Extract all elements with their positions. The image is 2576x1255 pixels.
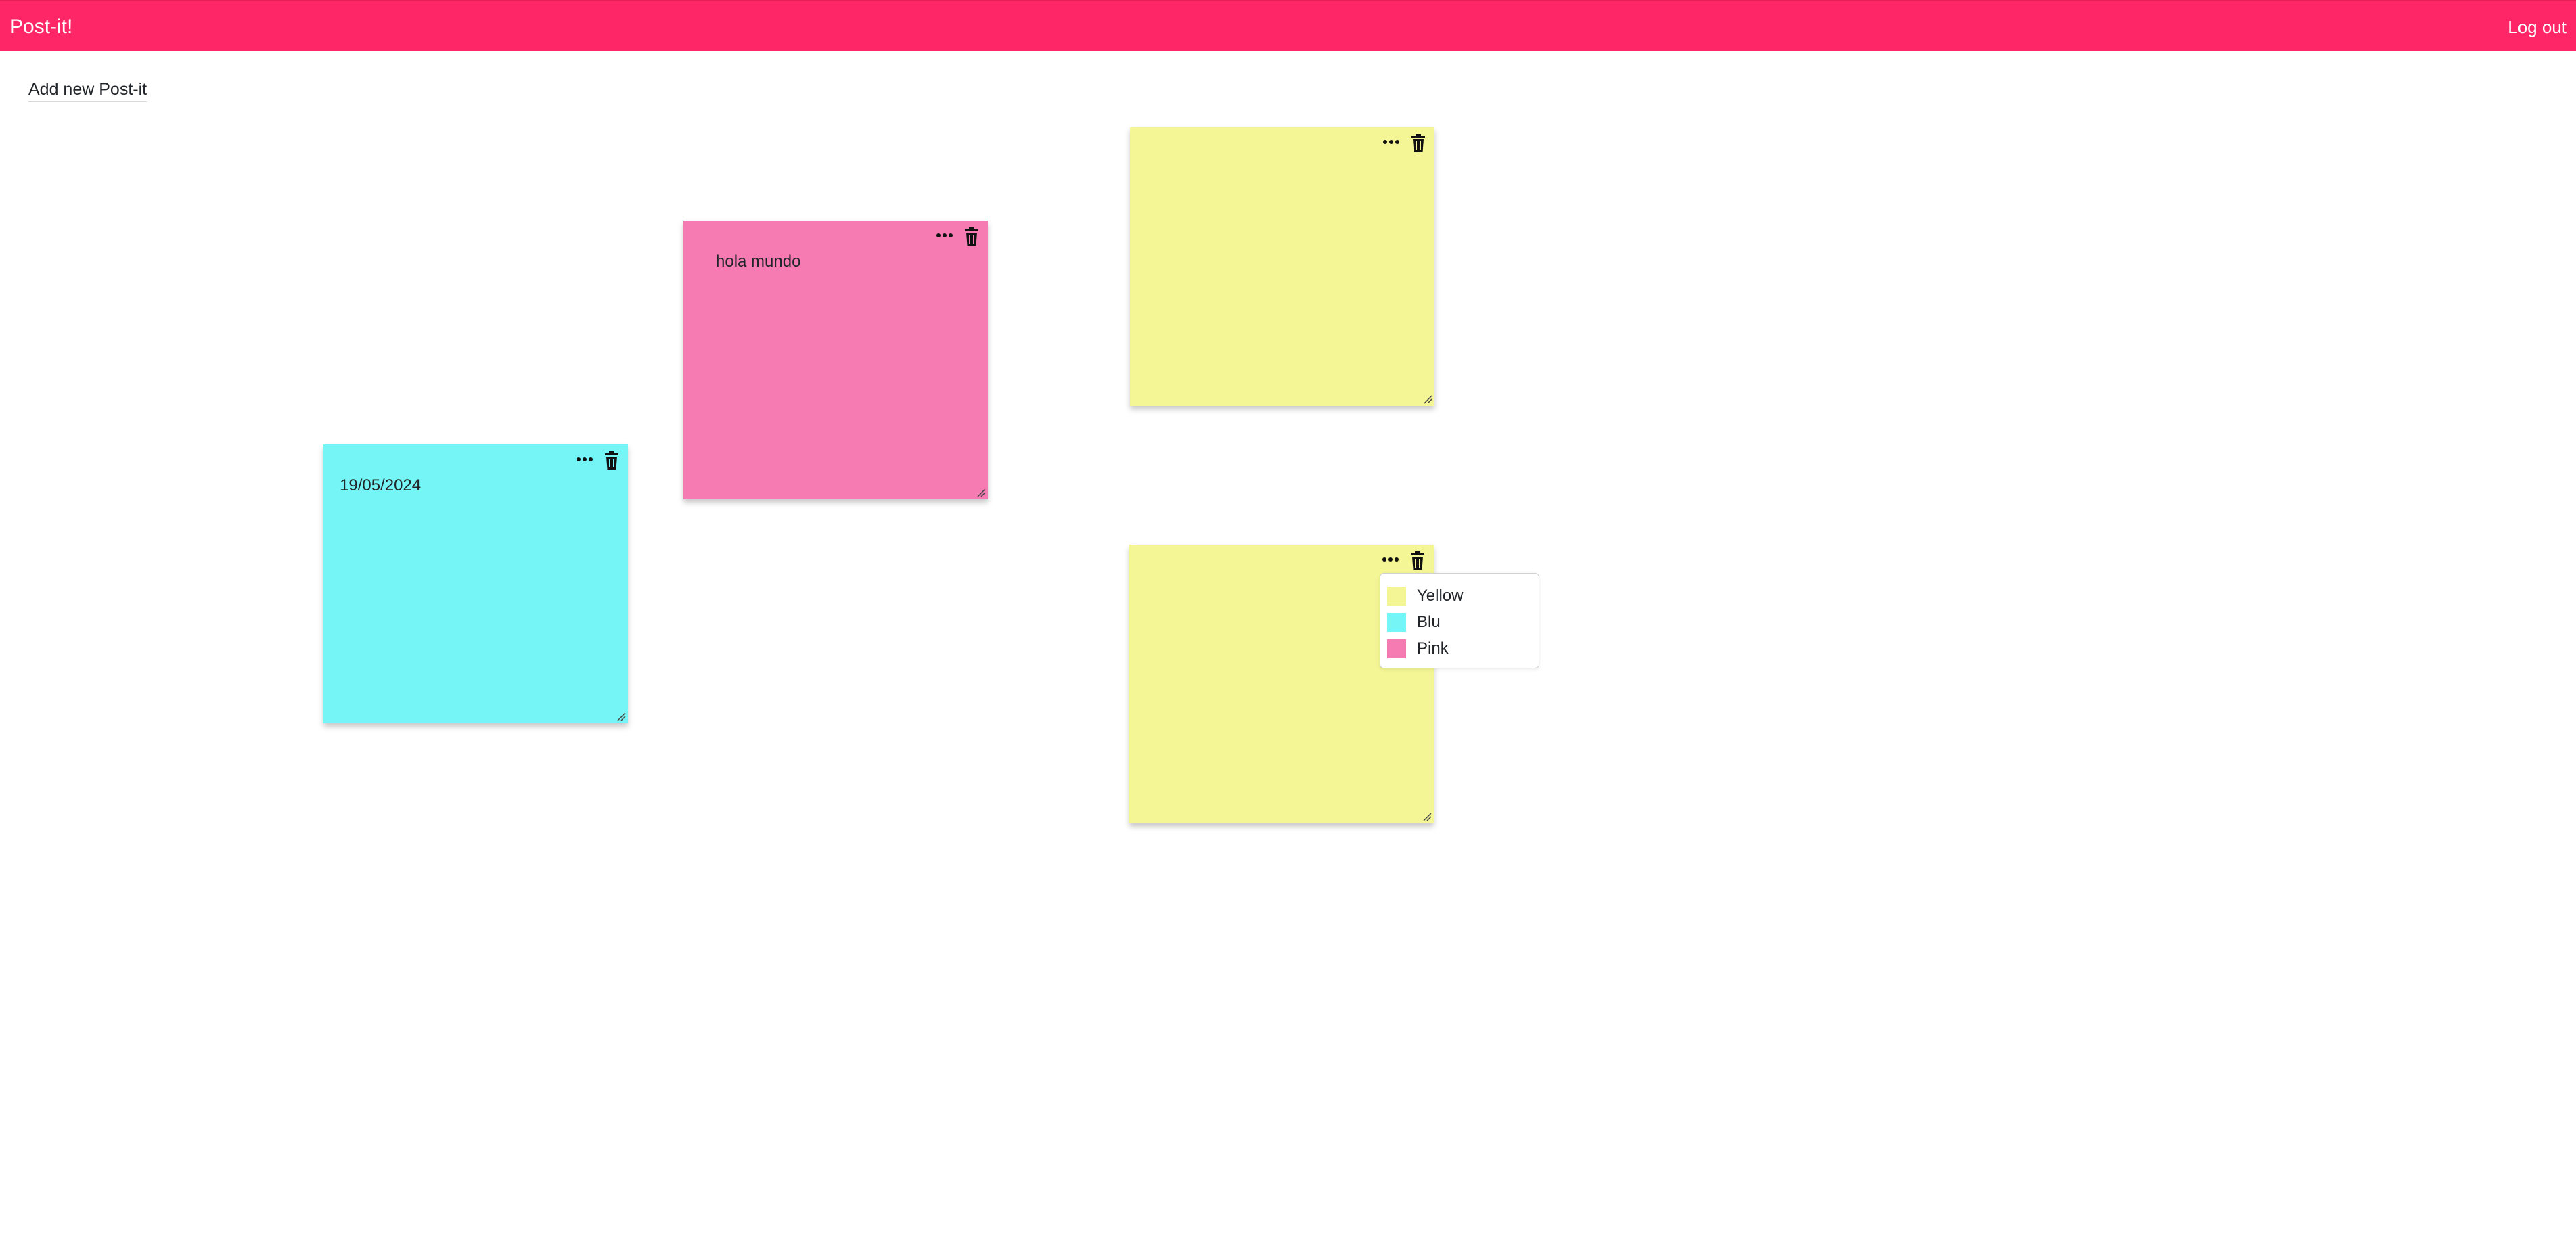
more-options-icon[interactable] — [1381, 551, 1400, 568]
add-postit-button[interactable]: Add new Post-it — [28, 78, 148, 102]
resize-handle-icon[interactable] — [616, 712, 626, 721]
color-option-yellow[interactable]: Yellow — [1387, 585, 1532, 609]
resize-handle-icon[interactable] — [976, 488, 986, 497]
resize-handle-icon[interactable] — [1423, 394, 1432, 404]
color-swatch — [1387, 587, 1406, 606]
color-option-label: Blu — [1417, 613, 1441, 631]
resize-handle-icon[interactable] — [1422, 812, 1432, 821]
trash-icon[interactable] — [1409, 551, 1426, 570]
more-options-icon[interactable] — [1382, 134, 1401, 150]
color-option-label: Yellow — [1417, 587, 1464, 605]
postit-note-yellow[interactable] — [1130, 127, 1434, 406]
trash-icon[interactable] — [1410, 134, 1426, 153]
color-menu: Yellow Blu Pink — [1380, 573, 1539, 668]
color-option-pink[interactable]: Pink — [1387, 637, 1532, 662]
note-text[interactable]: 19/05/2024 — [340, 476, 421, 496]
brand-title[interactable]: Post-it! — [9, 15, 72, 39]
navbar: Post-it! Log out — [0, 0, 2576, 51]
note-text[interactable]: hola mundo — [716, 252, 800, 272]
postit-note-pink[interactable]: hola mundo — [683, 221, 988, 499]
trash-icon[interactable] — [964, 227, 980, 246]
color-swatch — [1387, 613, 1406, 632]
more-options-icon[interactable] — [575, 451, 594, 467]
color-swatch — [1387, 639, 1406, 658]
trash-icon[interactable] — [604, 451, 620, 470]
logout-button[interactable]: Log out — [2508, 16, 2567, 38]
more-options-icon[interactable] — [935, 227, 954, 244]
color-option-label: Pink — [1417, 639, 1449, 658]
postit-note-blue[interactable]: 19/05/2024 — [323, 444, 628, 723]
color-option-blu[interactable]: Blu — [1387, 611, 1532, 635]
